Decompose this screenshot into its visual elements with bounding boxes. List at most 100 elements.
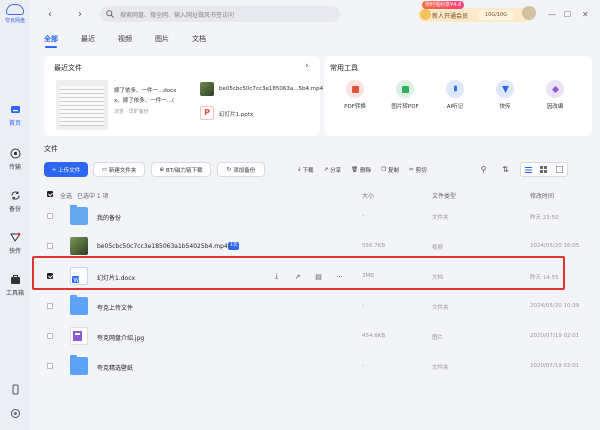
select-all-label[interactable]: 全选 (60, 191, 72, 200)
upload-button[interactable]: + 上传文件 (44, 162, 88, 177)
row-checkbox[interactable] (47, 243, 53, 249)
recent-files-more-icon[interactable]: › (305, 61, 309, 71)
table-row[interactable]: be05cbc50c7cc3e185063a1b54025b4.mp4 1次 5… (44, 232, 592, 262)
share-button[interactable]: ↗ 分享 (318, 162, 346, 177)
pptx-file-icon: P (200, 106, 214, 120)
column-type[interactable]: 文件类型 (432, 191, 456, 200)
tool-pdf-convert[interactable]: PDF转换 (336, 80, 374, 110)
back-button[interactable]: ‹ (44, 8, 56, 20)
tab-all[interactable]: 全部 (44, 34, 58, 48)
file-name[interactable]: 夸克上传文件 (97, 303, 133, 312)
sidebar-item-backup[interactable]: 备份 (0, 190, 30, 213)
sidebar-item-toolbox[interactable]: 工具箱 (0, 274, 30, 297)
file-date: 2024/05/20 16:05 (530, 243, 580, 249)
file-date: 昨天 14:55 (530, 275, 559, 281)
recent-item-name[interactable]: be05cbc50c7cc3e185063a...5b4.mp4 (219, 86, 323, 92)
download-button[interactable]: ⤓ 下载 (293, 162, 318, 177)
word-file-icon: W (70, 267, 88, 285)
list-view-button[interactable] (521, 163, 536, 176)
file-name[interactable]: 我的备份 (97, 213, 121, 222)
tab-image[interactable]: 图片 (155, 34, 169, 44)
row-checkbox[interactable] (47, 213, 53, 219)
table-row[interactable]: 夸克上传文件 - 文件夹 2024/05/20 10:39 (44, 292, 592, 322)
folder-icon (70, 295, 88, 315)
share-icon[interactable]: ↗ (292, 271, 303, 282)
share-icon: ↗ (323, 166, 329, 173)
sidebar-item-transfer[interactable]: 传输 (0, 148, 30, 171)
tab-recent[interactable]: 最近 (81, 34, 95, 44)
file-size: 454.6KB (362, 333, 386, 339)
sidebar-item-home[interactable]: 首页 (0, 104, 30, 127)
bt-download-button[interactable]: ⊕ BT/磁力链下载 (151, 162, 211, 177)
sidebar-item-label: 备份 (8, 206, 21, 213)
video-thumbnail-icon (200, 82, 214, 96)
download-icon[interactable]: ⤓ (271, 271, 282, 282)
copy-button[interactable]: ❐ 复制 (376, 162, 404, 177)
sidebar-item-quick-transfer[interactable]: 快传 (0, 232, 30, 255)
tool-image-edit[interactable]: 因改编 (536, 80, 574, 110)
row-checkbox[interactable] (47, 363, 53, 369)
file-size: - (362, 363, 364, 369)
tool-label: 快传 (499, 104, 511, 110)
row-checkbox[interactable] (47, 333, 53, 339)
table-row[interactable]: 夸克精选壁纸 - 文件夹 2020/07/19 02:01 (44, 352, 592, 382)
main-area: ‹ › 搜索网盘、搜全网、输入网址做风书签访问 新人开通会员 10G/10G 限… (30, 0, 600, 430)
forward-button[interactable]: › (74, 8, 86, 20)
toolbox-icon (10, 274, 21, 285)
recent-file-thumbnail[interactable] (56, 80, 108, 130)
category-tabs: 全部 最近 视频 图片 文档 (44, 34, 229, 48)
avatar[interactable] (522, 6, 536, 20)
close-icon[interactable]: ✕ (582, 10, 589, 19)
tab-document[interactable]: 文档 (192, 34, 206, 44)
column-date[interactable]: 修改时间 (530, 191, 554, 200)
recent-item-name[interactable]: 幻灯片1.pptx (219, 110, 253, 118)
file-size: 556.7KB (362, 243, 386, 249)
top-bar: ‹ › 搜索网盘、搜全网、输入网址做风书签访问 新人开通会员 10G/10G 限… (30, 0, 600, 30)
save-icon[interactable]: ▤ (313, 271, 324, 282)
grid-view-button[interactable] (536, 163, 551, 176)
tool-image-to-pdf[interactable]: 图片转PDF (386, 80, 424, 110)
more-icon[interactable]: ··· (334, 271, 345, 282)
image-to-pdf-icon (396, 80, 414, 98)
file-type: 文件夹 (432, 215, 449, 221)
file-name[interactable]: be05cbc50c7cc3e185063a1b54025b4.mp4 (97, 243, 228, 250)
search-icon (106, 10, 114, 18)
add-backup-button[interactable]: ↻ 添加备份 (217, 162, 265, 177)
recent-files-card: 最近文件 › 嫁了依多、一件一...docx x、嫁了依多、一件一...( 浏览… (44, 56, 323, 136)
file-name[interactable]: 夸克精选壁纸 (97, 363, 133, 372)
maximize-icon[interactable]: ☐ (564, 10, 571, 19)
search-input[interactable]: 搜索网盘、搜全网、输入网址做风书签访问 (100, 6, 340, 22)
tool-label: AI听记 (446, 104, 464, 110)
new-folder-button[interactable]: ▭ 新建文件夹 (93, 162, 145, 177)
sidebar-item-label: 传输 (8, 164, 21, 171)
tool-ai-notes[interactable]: AI听记 (436, 80, 474, 110)
table-row-selected[interactable]: W 幻灯片1.docx ⤓ ↗ ▤ ··· 3MB 文档 昨天 14:55 (44, 262, 592, 292)
minimize-icon[interactable]: — (548, 10, 556, 19)
folder-icon (70, 355, 88, 375)
app-logo[interactable]: 夸克网盘 (4, 4, 26, 24)
tab-video[interactable]: 视频 (118, 34, 132, 44)
sort-button[interactable]: ⇅ (498, 162, 513, 177)
grid-view-icon (540, 166, 548, 173)
cut-button[interactable]: ✂ 剪切 (404, 162, 432, 177)
file-name[interactable]: 夸克网盘介绍.jpg (97, 333, 144, 342)
backup-folder-icon (70, 205, 88, 225)
settings-button[interactable] (0, 408, 30, 419)
tool-quick-transfer[interactable]: 快传 (486, 80, 524, 110)
row-checkbox[interactable] (47, 303, 53, 309)
table-row[interactable]: 我的备份 - 文件夹 昨天 23:50 (44, 202, 592, 232)
preview-view-icon (555, 166, 563, 173)
vip-promo-banner[interactable]: 新人开通会员 10G/10G (418, 8, 532, 22)
row-checkbox[interactable] (47, 273, 53, 279)
image-edit-icon (546, 80, 564, 98)
table-row[interactable]: 夸克网盘介绍.jpg 454.6KB 图片 2020/07/19 02:01 (44, 322, 592, 352)
column-size[interactable]: 大小 (362, 191, 374, 200)
sidebar: 夸克网盘 首页 传输 备份 快传 工具箱 (0, 0, 30, 430)
filter-button[interactable]: ⚲ (476, 162, 491, 177)
preview-view-button[interactable] (552, 163, 567, 176)
device-button[interactable] (0, 384, 30, 395)
scissors-icon: ✂ (409, 166, 414, 173)
delete-button[interactable]: 🗑 删除 (346, 162, 376, 177)
file-name[interactable]: 幻灯片1.docx (97, 273, 135, 282)
select-all-checkbox[interactable] (47, 191, 53, 197)
